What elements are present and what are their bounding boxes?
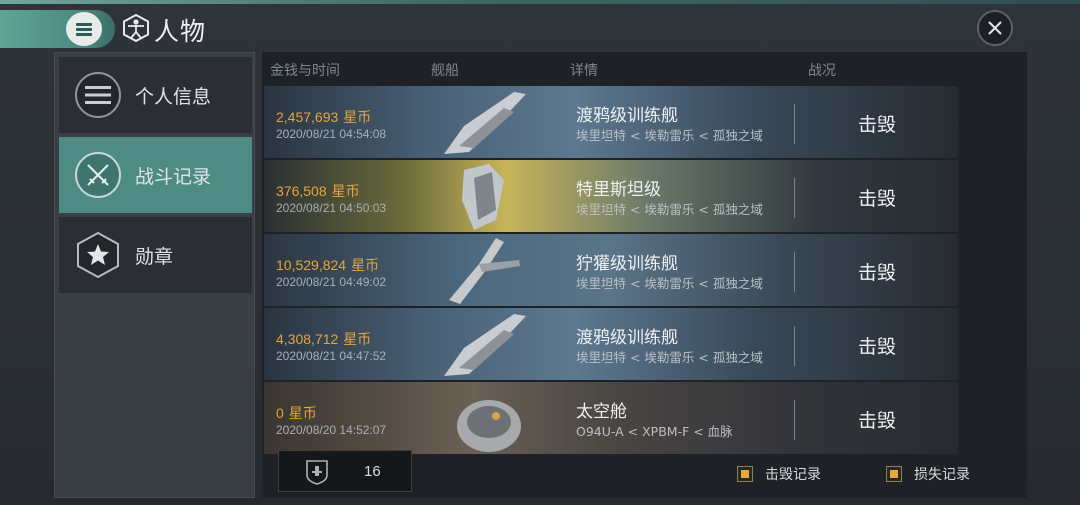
battle-result: 击毁 xyxy=(858,188,897,210)
divider xyxy=(794,326,795,366)
ship-name: 渡鸦级训练舰 xyxy=(576,106,678,126)
battle-result: 击毁 xyxy=(858,336,897,358)
money-amount: 10,529,824 xyxy=(276,257,347,273)
top-accent-line xyxy=(0,0,1080,4)
sidebar: 个人信息 战斗记录 勋章 xyxy=(54,52,255,498)
star-badge-icon xyxy=(75,231,121,279)
menu-button[interactable] xyxy=(66,12,102,46)
loss-records-toggle[interactable]: 损失记录 xyxy=(886,464,970,484)
divider xyxy=(794,178,795,218)
record-count-box: 16 xyxy=(278,450,412,492)
ship-name: 狞獾级训练舰 xyxy=(576,254,678,274)
shield-badge-icon xyxy=(306,460,328,485)
money-amount: 0 xyxy=(276,405,284,421)
list-icon xyxy=(75,72,121,118)
location: 埃里坦特 < 埃勒雷乐 < 孤独之域 xyxy=(576,128,763,143)
battle-result: 击毁 xyxy=(858,262,897,284)
close-icon xyxy=(988,21,1002,35)
kill-records-label: 击毁记录 xyxy=(765,467,821,483)
sidebar-item-label: 勋章 xyxy=(135,245,174,268)
menu-icon xyxy=(76,23,92,36)
divider xyxy=(794,104,795,144)
ship-name: 渡鸦级训练舰 xyxy=(576,328,678,348)
checkbox[interactable] xyxy=(737,466,753,482)
record-count: 16 xyxy=(364,463,381,480)
column-header-detail: 详情 xyxy=(570,63,598,79)
location: 埃里坦特 < 埃勒雷乐 < 孤独之域 xyxy=(576,350,763,365)
battle-records-panel: 金钱与时间 舰船 详情 战况 2,457,693 星币 2020/08/21 04… xyxy=(262,52,1027,498)
column-header-money-time: 金钱与时间 xyxy=(270,63,340,79)
table-row[interactable]: 4,308,712 星币 2020/08/21 04:47:52 渡鸦级训练舰 埃… xyxy=(264,308,958,380)
ship-name: 太空舱 xyxy=(576,402,627,422)
table-row[interactable]: 2,457,693 星币 2020/08/21 04:54:08 渡鸦级训练舰 埃… xyxy=(264,86,958,158)
money-unit: 星币 xyxy=(331,184,360,200)
divider xyxy=(794,400,795,440)
checkbox[interactable] xyxy=(886,466,902,482)
location: 埃里坦特 < 埃勒雷乐 < 孤独之域 xyxy=(576,276,763,291)
money-amount: 376,508 xyxy=(276,183,327,199)
money-unit: 星币 xyxy=(343,332,372,348)
record-time: 2020/08/21 04:50:03 xyxy=(276,201,387,215)
close-button[interactable] xyxy=(977,10,1013,46)
vitruvian-man-icon xyxy=(123,13,149,43)
crossed-swords-icon xyxy=(75,152,121,198)
sidebar-item-medals[interactable]: 勋章 xyxy=(59,217,252,293)
money-unit: 星币 xyxy=(343,110,372,126)
record-time: 2020/08/21 04:54:08 xyxy=(276,127,387,141)
sidebar-item-label: 战斗记录 xyxy=(135,165,212,188)
location: O94U-A < XPBM-F < 血脉 xyxy=(576,424,733,439)
column-header-status: 战况 xyxy=(808,63,836,79)
location: 埃里坦特 < 埃勒雷乐 < 孤独之域 xyxy=(576,202,763,217)
battle-result: 击毁 xyxy=(858,410,897,432)
table-row[interactable]: 376,508 星币 2020/08/21 04:50:03 特里斯坦级 埃里坦特… xyxy=(264,160,958,232)
ship-name: 特里斯坦级 xyxy=(576,180,661,200)
kill-records-toggle[interactable]: 击毁记录 xyxy=(737,464,821,484)
money-unit: 星币 xyxy=(288,406,317,422)
column-header-ship: 舰船 xyxy=(431,63,459,79)
sidebar-item-label: 个人信息 xyxy=(135,85,212,108)
page-title: 人物 xyxy=(154,17,207,46)
record-time: 2020/08/21 04:49:02 xyxy=(276,275,387,289)
sidebar-item-personal-info[interactable]: 个人信息 xyxy=(59,57,252,133)
money-unit: 星币 xyxy=(351,258,380,274)
record-time: 2020/08/21 04:47:52 xyxy=(276,349,387,363)
divider xyxy=(794,252,795,292)
money-amount: 4,308,712 xyxy=(276,331,339,347)
battle-result: 击毁 xyxy=(858,114,897,136)
loss-records-label: 损失记录 xyxy=(914,467,970,483)
table-row[interactable]: 0 星币 2020/08/20 14:52:07 太空舱 O94U-A < XPB… xyxy=(264,382,958,454)
money-amount: 2,457,693 xyxy=(276,109,339,125)
sidebar-item-battle-records[interactable]: 战斗记录 xyxy=(59,137,252,213)
table-row[interactable]: 10,529,824 星币 2020/08/21 04:49:02 狞獾级训练舰 … xyxy=(264,234,958,306)
record-time: 2020/08/20 14:52:07 xyxy=(276,423,387,437)
